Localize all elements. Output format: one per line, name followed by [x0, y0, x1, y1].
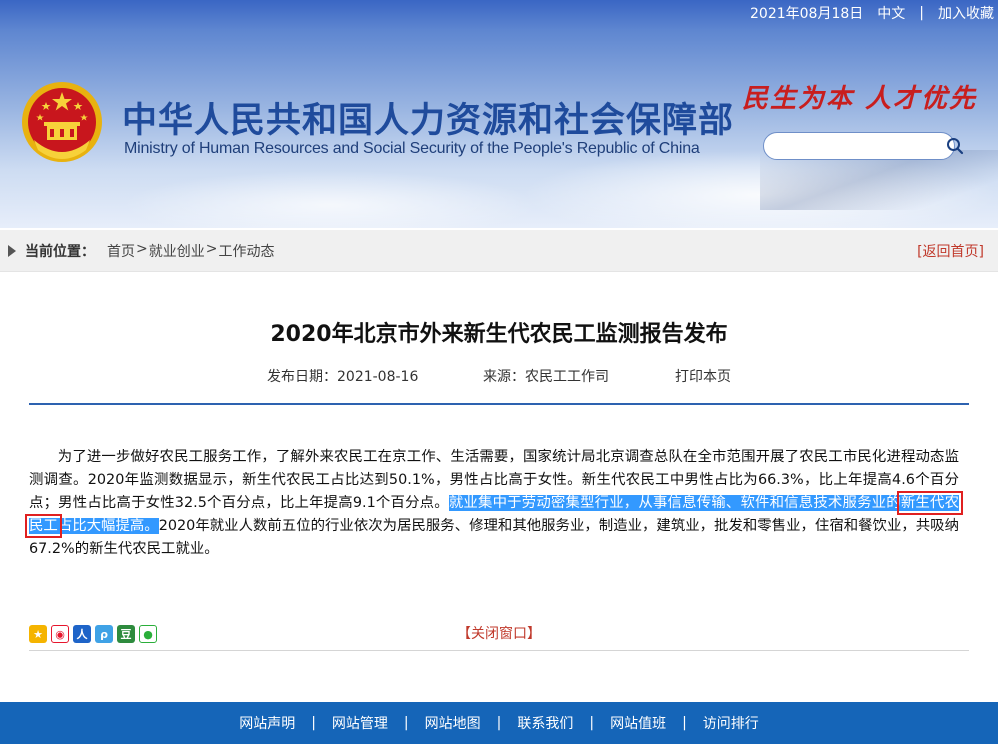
selected-text-end: 占比大幅提高。	[57, 518, 159, 534]
triangle-right-icon	[8, 244, 16, 257]
title-divider	[29, 403, 969, 405]
footer-link-contact[interactable]: 联系我们	[517, 713, 573, 733]
national-emblem-icon	[22, 82, 102, 162]
site-header: 2021年08月18日 中文 | 加入收藏 中华人民共和国人力资源和社会保障部 …	[0, 0, 998, 228]
footer-separator: |	[403, 715, 409, 731]
breadcrumb-bar: 当前位置： 首页 > 就业创业 > 工作动态 [返回首页]	[0, 230, 998, 272]
search-icon[interactable]	[946, 133, 964, 159]
footer-separator: |	[311, 715, 316, 731]
content-bottom-divider	[29, 650, 969, 651]
ministry-chinese-name: 中华人民共和国人力资源和社会保障部	[122, 101, 735, 141]
footer-link-management[interactable]: 网站管理	[332, 713, 388, 733]
article-title: 2020年北京市外来新生代农民工监测报告发布	[270, 322, 728, 347]
back-home-link[interactable]: [返回首页]	[917, 241, 984, 261]
breadcrumb-separator: >	[205, 240, 218, 257]
top-utility-bar: 2021年08月18日 中文 | 加入收藏	[750, 0, 998, 26]
ministry-english-name: Ministry of Human Resources and Social S…	[124, 140, 700, 157]
slogan-calligraphy: 民生为本 人才优先	[742, 84, 978, 114]
footer-separator: |	[682, 715, 687, 731]
footer-separator: |	[496, 715, 502, 731]
breadcrumb-separator: >	[136, 240, 148, 257]
footer-link-statement[interactable]: 网站声明	[239, 713, 295, 733]
breadcrumb: 首页 > 就业创业 > 工作动态	[107, 241, 274, 261]
close-window-wrap: 【关闭窗口】	[0, 623, 998, 643]
language-link[interactable]: 中文	[877, 3, 905, 23]
breadcrumb-home[interactable]: 首页	[107, 241, 135, 261]
article-meta: 发布日期：2021-08-16 来源：农民工工作司 打印本页	[0, 366, 998, 386]
selected-text: 就业集中于劳动密集型行业，从事信息传输、软件和信息技术服务业的	[448, 495, 901, 511]
current-date: 2021年08月18日	[750, 6, 864, 22]
add-bookmark-link[interactable]: 加入收藏	[938, 3, 994, 23]
breadcrumb-label: 当前位置：	[25, 243, 95, 260]
breadcrumb-work-news[interactable]: 工作动态	[218, 241, 274, 261]
breadcrumb-employment[interactable]: 就业创业	[149, 241, 205, 261]
site-footer: 网站声明 | 网站管理 | 网站地图 | 联系我们 | 网站值班 | 访问排行	[0, 702, 998, 744]
footer-link-duty[interactable]: 网站值班	[610, 713, 666, 733]
topbar-separator: |	[919, 5, 924, 21]
site-search	[763, 132, 964, 160]
footer-separator: |	[589, 715, 595, 731]
close-window-link[interactable]: 【关闭窗口】	[457, 626, 541, 642]
search-input[interactable]	[776, 133, 946, 159]
footer-link-sitemap[interactable]: 网站地图	[425, 713, 481, 733]
print-page-link[interactable]: 打印本页	[675, 366, 731, 386]
article-body: 为了进一步做好农民工服务工作，了解外来农民工在京工作、生活需要，国家统计局北京调…	[25, 446, 963, 561]
footer-link-ranking[interactable]: 访问排行	[703, 713, 759, 733]
publish-date: 发布日期：2021-08-16	[267, 369, 419, 385]
article-source: 来源：农民工工作司	[483, 369, 609, 385]
header-cloud-decoration-2	[120, 170, 540, 228]
article-paragraph-text-2: 2020年就业人数前五位的行业依次为居民服务、修理和其他服务业，制造业，建筑业，…	[29, 518, 959, 557]
